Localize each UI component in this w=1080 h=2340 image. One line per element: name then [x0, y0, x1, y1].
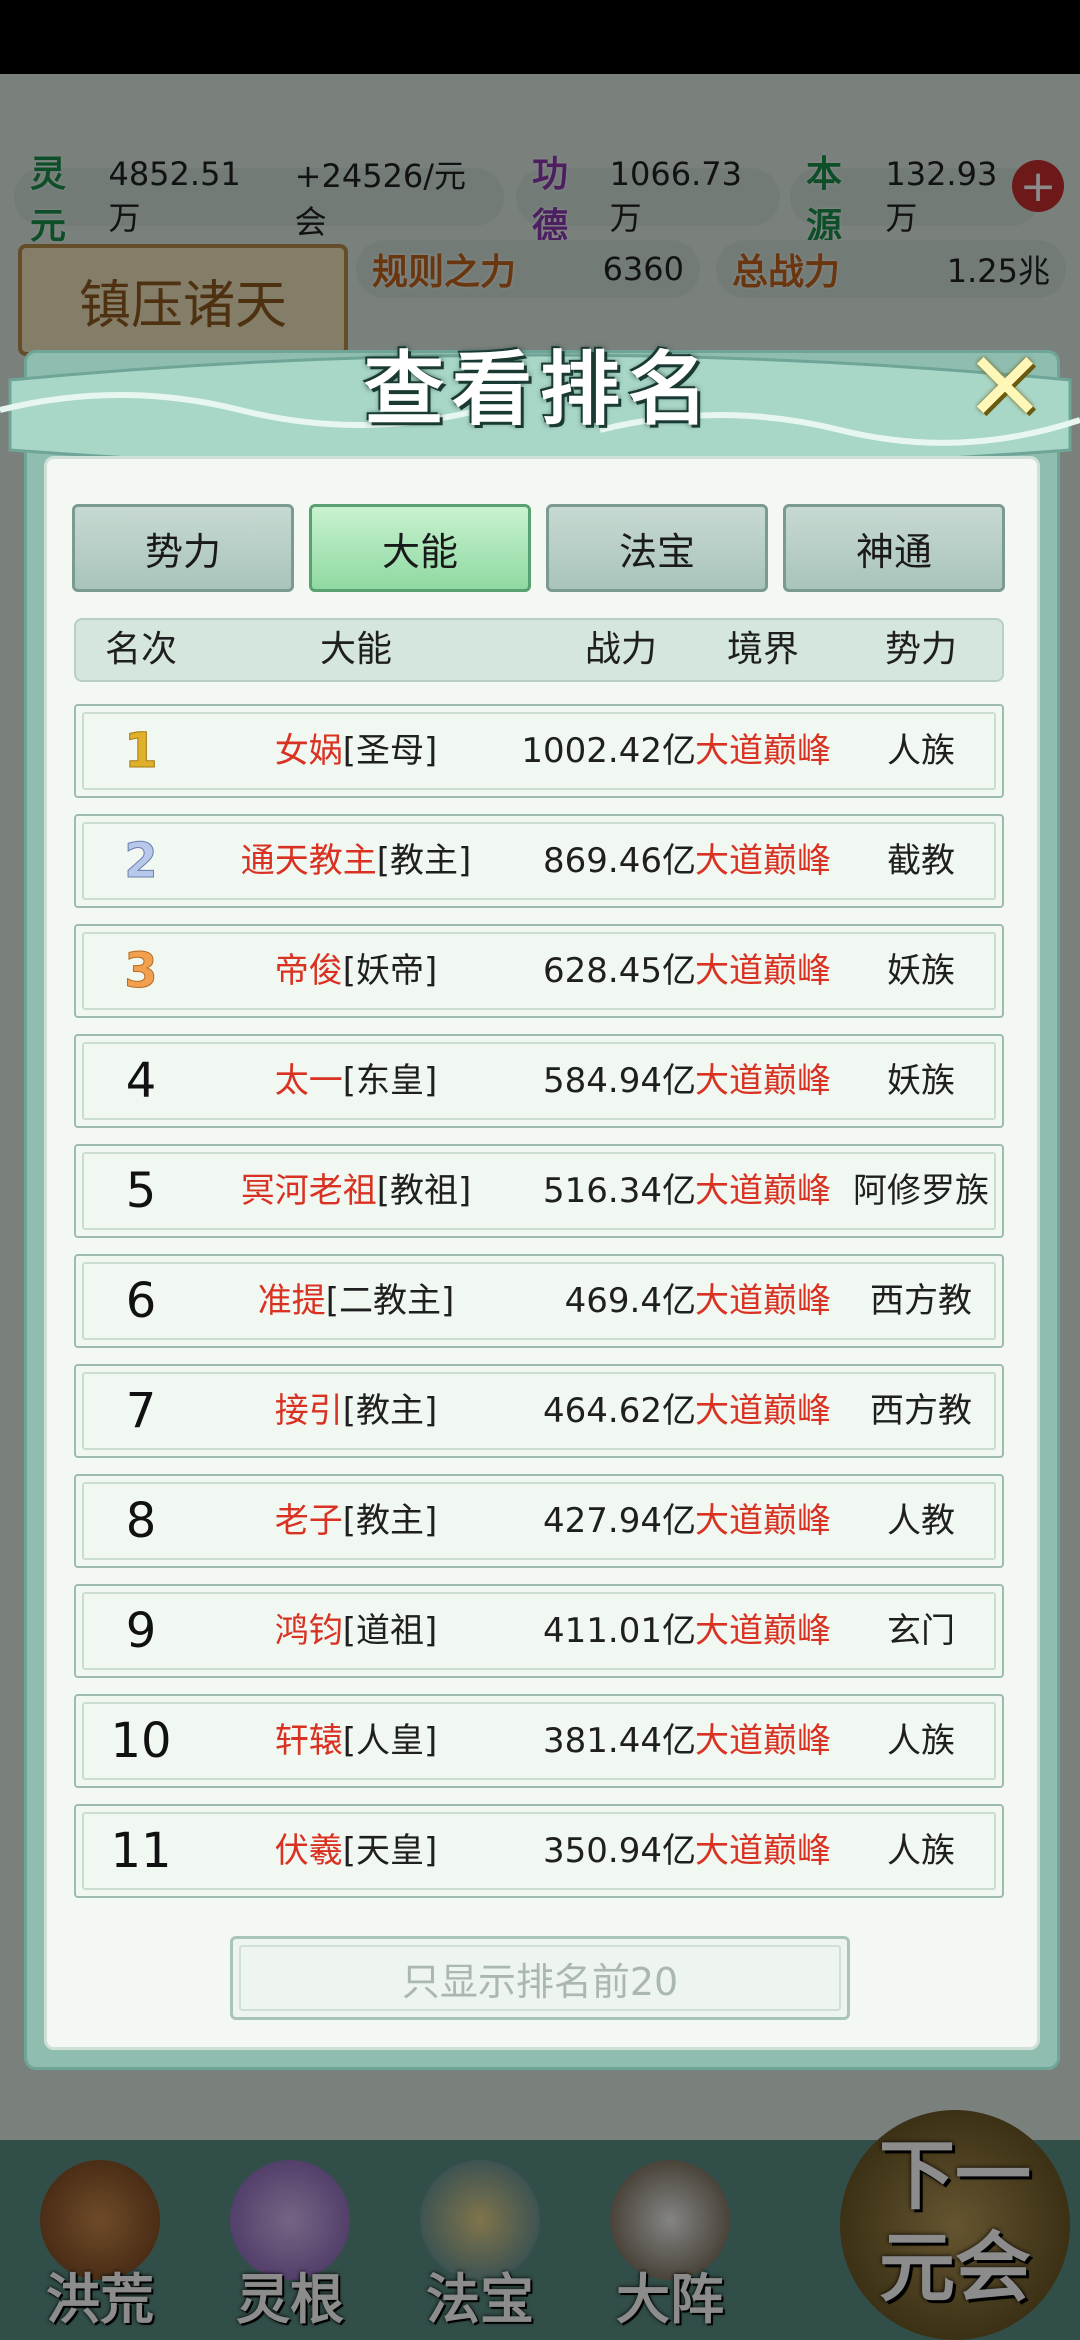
rank-number: 9: [125, 1603, 157, 1659]
faction-value: 人教: [887, 1501, 955, 1541]
show-top-20-button[interactable]: 只显示排名前20: [230, 1936, 850, 2020]
realm-value: 大道巅峰: [695, 1281, 831, 1321]
tab-label: 势力: [144, 529, 221, 574]
rank-number: 6: [125, 1273, 157, 1329]
character-name: 冥河老祖[教祖]: [240, 1171, 472, 1211]
rank-number: 3: [124, 943, 158, 1000]
power-value: 1002.42亿: [521, 731, 696, 771]
character-name: 准提[二教主]: [257, 1281, 455, 1321]
realm-value: 大道巅峰: [695, 841, 831, 881]
faction-value: 玄门: [887, 1611, 955, 1651]
realm-value: 大道巅峰: [695, 1831, 831, 1871]
realm-value: 大道巅峰: [695, 1721, 831, 1761]
character-name: 太一[东皇]: [274, 1061, 438, 1101]
faction-value: 西方教: [870, 1391, 972, 1431]
power-value: 464.62亿: [543, 1391, 696, 1431]
faction-value: 人族: [887, 1721, 955, 1761]
realm-value: 大道巅峰: [695, 1501, 831, 1541]
power-value: 516.34亿: [543, 1171, 696, 1211]
tab-label: 神通: [855, 529, 932, 574]
faction-value: 截教: [887, 841, 955, 881]
rank-number: 2: [124, 833, 158, 890]
character-name: 老子[教主]: [274, 1501, 438, 1541]
character-name: 伏羲[天皇]: [274, 1831, 438, 1871]
tab-shili[interactable]: 势力: [72, 504, 294, 592]
ranking-row[interactable]: 7 接引[教主] 464.62亿 大道巅峰 西方教: [74, 1364, 1004, 1458]
status-bar: [0, 0, 1080, 74]
ranking-row[interactable]: 2 通天教主[教主] 869.46亿 大道巅峰 截教: [74, 814, 1004, 908]
faction-value: 妖族: [887, 1061, 955, 1101]
power-value: 427.94亿: [543, 1501, 696, 1541]
modal-title: 查看排名: [364, 342, 716, 436]
rank-number: 5: [125, 1163, 157, 1219]
ranking-row[interactable]: 6 准提[二教主] 469.4亿 大道巅峰 西方教: [74, 1254, 1004, 1348]
power-value: 411.01亿: [543, 1611, 696, 1651]
rank-number: 7: [125, 1383, 157, 1439]
rank-number: 8: [125, 1493, 157, 1549]
col-name: 大能: [319, 629, 392, 670]
ranking-row[interactable]: 9 鸿钧[道祖] 411.01亿 大道巅峰 玄门: [74, 1584, 1004, 1678]
character-name: 通天教主[教主]: [240, 841, 472, 881]
power-value: 381.44亿: [543, 1721, 696, 1761]
ranking-row[interactable]: 10 轩辕[人皇] 381.44亿 大道巅峰 人族: [74, 1694, 1004, 1788]
character-name: 接引[教主]: [274, 1391, 438, 1431]
faction-value: 妖族: [887, 951, 955, 991]
faction-value: 人族: [887, 1831, 955, 1871]
rank-number: 4: [125, 1053, 157, 1109]
col-faction: 势力: [884, 629, 957, 670]
tab-label: 大能: [381, 529, 458, 574]
rank-number: 11: [110, 1823, 172, 1879]
ranking-row[interactable]: 4 太一[东皇] 584.94亿 大道巅峰 妖族: [74, 1034, 1004, 1128]
ranking-row[interactable]: 8 老子[教主] 427.94亿 大道巅峰 人教: [74, 1474, 1004, 1568]
power-value: 584.94亿: [543, 1061, 696, 1101]
realm-value: 大道巅峰: [695, 1061, 831, 1101]
faction-value: 阿修罗族: [853, 1171, 989, 1211]
faction-value: 人族: [887, 731, 955, 771]
ranking-list[interactable]: 1 女娲[圣母] 1002.42亿 大道巅峰 人族 2 通天教主[教主] 869…: [74, 704, 1004, 1914]
tab-shentong[interactable]: 神通: [783, 504, 1005, 592]
ranking-row[interactable]: 5 冥河老祖[教祖] 516.34亿 大道巅峰 阿修罗族: [74, 1144, 1004, 1238]
power-value: 628.45亿: [543, 951, 696, 991]
column-header: 名次 大能 战力 境界 势力: [74, 618, 1004, 682]
ranking-row[interactable]: 11 伏羲[天皇] 350.94亿 大道巅峰 人族: [74, 1804, 1004, 1898]
realm-value: 大道巅峰: [695, 1391, 831, 1431]
close-icon: ✕: [964, 331, 1046, 443]
character-name: 帝俊[妖帝]: [274, 951, 438, 991]
tab-daneng[interactable]: 大能: [309, 504, 531, 592]
realm-value: 大道巅峰: [695, 1611, 831, 1651]
power-value: 350.94亿: [543, 1831, 696, 1871]
rank-number: 1: [124, 723, 158, 780]
realm-value: 大道巅峰: [695, 951, 831, 991]
tab-fabao[interactable]: 法宝: [546, 504, 768, 592]
power-value: 469.4亿: [564, 1281, 696, 1321]
ranking-tabs: 势力 大能 法宝 神通: [72, 504, 1008, 592]
col-realm: 境界: [726, 629, 799, 670]
faction-value: 西方教: [870, 1281, 972, 1321]
col-rank: 名次: [104, 629, 177, 670]
power-value: 869.46亿: [543, 841, 696, 881]
rank-number: 10: [110, 1713, 172, 1769]
ranking-row[interactable]: 1 女娲[圣母] 1002.42亿 大道巅峰 人族: [74, 704, 1004, 798]
close-button[interactable]: ✕: [955, 337, 1055, 437]
show-top-20-label: 只显示排名前20: [401, 1959, 679, 2004]
character-name: 女娲[圣母]: [274, 731, 438, 771]
ranking-row[interactable]: 3 帝俊[妖帝] 628.45亿 大道巅峰 妖族: [74, 924, 1004, 1018]
character-name: 鸿钧[道祖]: [274, 1611, 438, 1651]
character-name: 轩辕[人皇]: [274, 1721, 438, 1761]
col-power: 战力: [584, 629, 657, 670]
tab-label: 法宝: [618, 529, 695, 574]
realm-value: 大道巅峰: [695, 1171, 831, 1211]
realm-value: 大道巅峰: [695, 731, 831, 771]
